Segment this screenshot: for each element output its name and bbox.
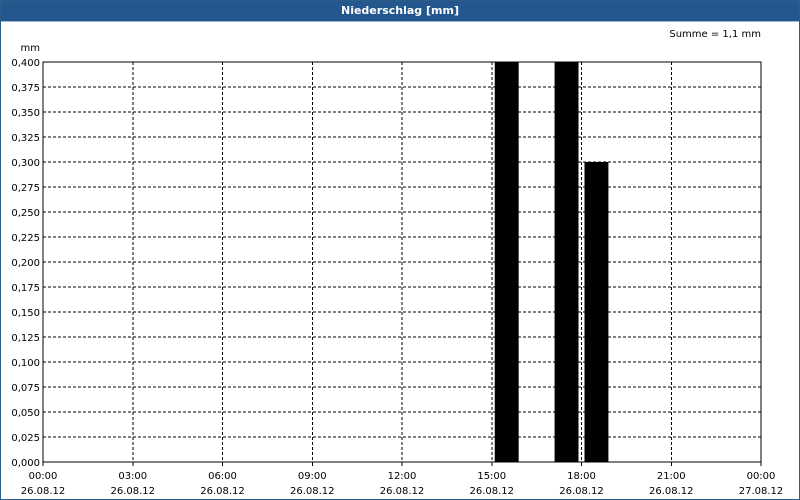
sum-annotation: Summe = 1,1 mm (669, 29, 761, 40)
y-tick-label: 0,025 (11, 433, 40, 444)
x-tick-date: 26.08.12 (200, 486, 245, 497)
x-tick-date: 26.08.12 (290, 486, 335, 497)
precipitation-chart: 0,000 0,025 0,050 0,075 0,100 0,125 0,150 0,175… (11, 29, 783, 497)
x-tick-date: 26.08.12 (649, 486, 694, 497)
precipitation-bar (584, 162, 609, 462)
x-tick-date: 26.08.12 (110, 486, 155, 497)
y-tick-label: 0,200 (11, 258, 40, 269)
y-tick-label: 0,300 (11, 158, 40, 169)
x-tick-time: 00:00 (747, 471, 776, 482)
tick-labels: 0,000 0,025 0,050 0,075 0,100 0,125 0,150 0,175… (11, 29, 783, 497)
x-tick-time: 09:00 (298, 471, 327, 482)
x-tick-time: 12:00 (388, 471, 417, 482)
x-tick-time: 21:00 (657, 471, 686, 482)
y-tick-label: 0,050 (11, 408, 40, 419)
x-tick-time: 06:00 (208, 471, 237, 482)
x-tick-date: 27.08.12 (739, 486, 784, 497)
chart-title: Niederschlag [mm] (1, 1, 799, 22)
x-tick-time: 03:00 (118, 471, 147, 482)
x-tick-date: 26.08.12 (559, 486, 604, 497)
x-tick-date: 26.08.12 (21, 486, 66, 497)
x-tick-date: 26.08.12 (469, 486, 514, 497)
y-tick-label: 0,075 (11, 383, 40, 394)
y-axis-unit: mm (21, 43, 40, 54)
y-tick-label: 0,275 (11, 183, 40, 194)
y-tick-label: 0,375 (11, 83, 40, 94)
bar-series (494, 62, 609, 462)
y-tick-label: 0,125 (11, 333, 40, 344)
y-tick-label: 0,325 (11, 133, 40, 144)
y-tick-label: 0,175 (11, 283, 40, 294)
y-tick-label: 0,400 (11, 58, 40, 69)
precipitation-bar (494, 62, 519, 462)
y-tick-label: 0,000 (11, 458, 40, 469)
y-tick-label: 0,225 (11, 233, 40, 244)
chart-window: Niederschlag [mm] 0,000 0,025 0,050 0,075 0,… (0, 0, 800, 500)
y-tick-label: 0,350 (11, 108, 40, 119)
x-tick-date: 26.08.12 (380, 486, 425, 497)
precipitation-bar (554, 62, 579, 462)
y-tick-label: 0,100 (11, 358, 40, 369)
x-tick-time: 15:00 (477, 471, 506, 482)
y-tick-label: 0,250 (11, 208, 40, 219)
grid-lines (43, 61, 761, 462)
y-tick-label: 0,150 (11, 308, 40, 319)
x-tick-time: 18:00 (567, 471, 596, 482)
x-tick-time: 00:00 (29, 471, 58, 482)
